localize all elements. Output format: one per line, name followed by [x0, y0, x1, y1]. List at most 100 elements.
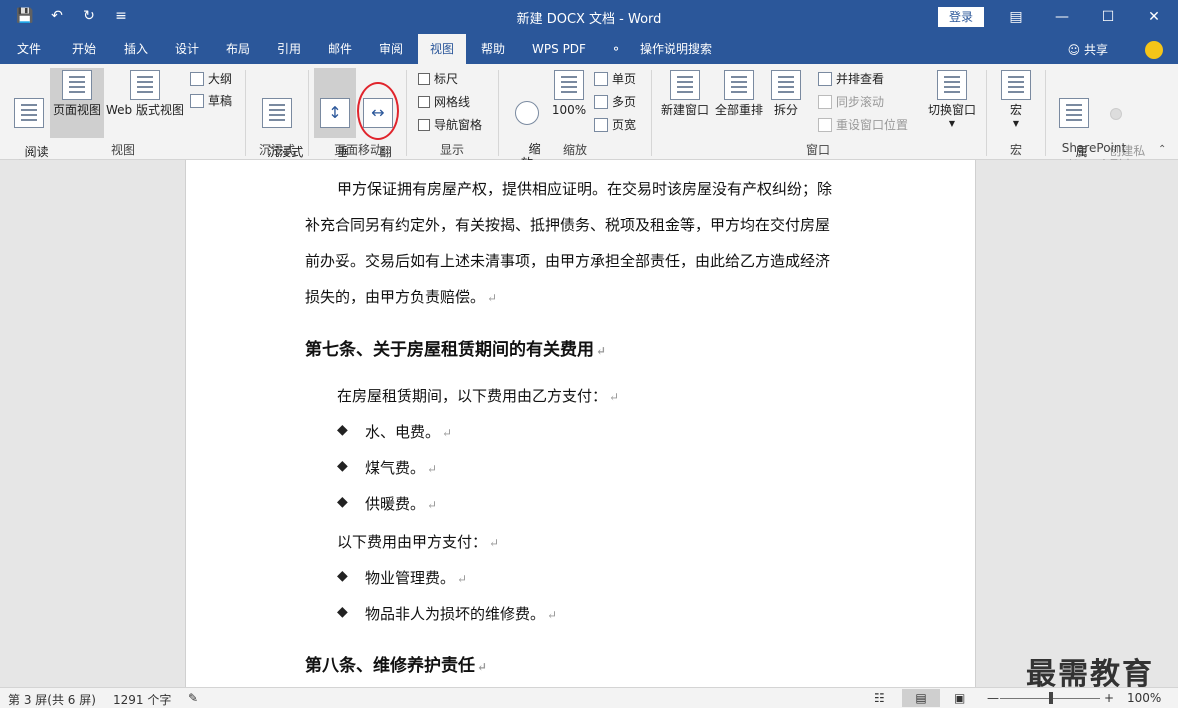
read-mode-status-icon[interactable]: ☷: [874, 691, 885, 705]
tab-help[interactable]: 帮助: [469, 34, 517, 64]
magnifier-icon: [515, 101, 539, 125]
draft-label: 草稿: [208, 94, 233, 108]
print-layout-status-icon[interactable]: ▤: [902, 689, 940, 707]
feedback-smiley-icon[interactable]: [1145, 41, 1163, 59]
list-item-text: 煤气费。: [365, 459, 426, 477]
multiple-pages-label: 多页: [612, 95, 637, 109]
paragraph-mark-icon: ↵: [489, 536, 500, 550]
group-label-window: 窗口: [805, 143, 830, 157]
one-page-icon: [594, 72, 608, 86]
paragraph-line: 补充合同另有约定外，有关按揭、抵押债务、税项及租金等，甲方均在交付房屋: [305, 216, 831, 234]
read-mode-icon: [14, 98, 44, 128]
tab-mailings[interactable]: 邮件: [316, 34, 364, 64]
ribbon-tabs: 文件 开始 插入 设计 布局 引用 邮件 审阅 视图 帮助 WPS PDF ⚬ …: [0, 34, 1178, 64]
reset-window-icon: [818, 118, 832, 132]
outline-button[interactable]: 大纲: [190, 70, 232, 88]
print-layout-label: 页面视图: [52, 103, 101, 117]
tab-layout[interactable]: 布局: [214, 34, 262, 64]
immersive-reader-icon: [262, 98, 292, 128]
share-button[interactable]: ☺ 共享: [1068, 41, 1108, 58]
tab-view[interactable]: 视图: [418, 34, 466, 64]
group-separator: [308, 70, 309, 156]
page-indicator[interactable]: 第 3 屏(共 6 屏): [8, 691, 96, 708]
login-button[interactable]: 登录: [938, 7, 984, 27]
group-separator: [406, 70, 407, 156]
sync-scroll-label: 同步滚动: [836, 95, 885, 109]
multiple-pages-button[interactable]: 多页: [594, 93, 636, 111]
lightbulb-icon: ⚬: [610, 42, 622, 56]
document-page[interactable]: 甲方保证拥有房屋产权，提供相应证明。在交易时该房屋没有产权纠纷；除 补充合同另有…: [185, 160, 976, 687]
new-window-button[interactable]: 新建窗口: [658, 70, 712, 117]
paragraph-mark-icon: ↵: [427, 498, 438, 512]
side-by-side-icon: [818, 72, 832, 86]
web-layout-label: Web 版式视图: [106, 103, 184, 117]
group-label-show: 显示: [439, 143, 464, 157]
tab-home[interactable]: 开始: [60, 34, 108, 64]
vertical-scroll-button[interactable]: ↕ 垂 直: [314, 68, 356, 173]
arrange-all-button[interactable]: 全部重排: [713, 70, 765, 117]
zoom-slider-thumb[interactable]: [1049, 692, 1053, 704]
reset-window-position-button[interactable]: 重设窗口位置: [818, 116, 908, 134]
draft-button[interactable]: 草稿: [190, 92, 232, 110]
split-button[interactable]: 拆分: [768, 70, 804, 117]
zoom-100-button[interactable]: 100%: [550, 70, 588, 117]
gridlines-checkbox[interactable]: 网格线: [418, 93, 470, 111]
zoom-100-icon: [554, 70, 584, 100]
highlight-circle: [357, 82, 399, 140]
group-label-sharepoint: SharePoint: [1061, 141, 1127, 155]
tab-file[interactable]: 文件: [6, 34, 52, 64]
switch-windows-button[interactable]: 切换窗口 ▼: [925, 70, 979, 131]
paragraph-line: 甲方保证拥有房屋产权，提供相应证明。在交易时该房屋没有产权纠纷；除: [337, 180, 833, 198]
web-layout-status-icon[interactable]: ▣: [954, 691, 965, 705]
heading-text: 第七条、关于房屋租赁期间的有关费用: [305, 340, 594, 360]
tab-review[interactable]: 审阅: [367, 34, 415, 64]
ribbon-display-options-icon[interactable]: ▤: [993, 5, 1039, 29]
synchronous-scrolling-button[interactable]: 同步滚动: [818, 93, 884, 111]
page-width-label: 页宽: [612, 118, 637, 132]
side-by-side-label: 并排查看: [836, 72, 885, 86]
tab-design[interactable]: 设计: [163, 34, 211, 64]
share-label: 共享: [1083, 43, 1108, 57]
new-window-icon: [670, 70, 700, 100]
collapse-ribbon-icon[interactable]: ⌃: [1158, 144, 1166, 155]
web-layout-button[interactable]: Web 版式视图: [104, 70, 186, 117]
arrange-all-label: 全部重排: [714, 103, 763, 117]
page-width-button[interactable]: 页宽: [594, 116, 636, 134]
tab-insert[interactable]: 插入: [112, 34, 160, 64]
minimize-icon[interactable]: —: [1039, 5, 1085, 29]
properties-icon: [1059, 98, 1089, 128]
document-area[interactable]: 甲方保证拥有房屋产权，提供相应证明。在交易时该房屋没有产权纠纷；除 补充合同另有…: [0, 160, 1178, 687]
paragraph-mark-icon: ↵: [547, 608, 558, 622]
paragraph-line: 损失的，由甲方负责赔偿。 ↵: [305, 286, 497, 307]
multiple-pages-icon: [594, 95, 608, 109]
bullet-icon: ◆: [337, 422, 348, 438]
chevron-down-icon: ▼: [948, 119, 956, 128]
navigation-pane-checkbox[interactable]: 导航窗格: [418, 116, 482, 134]
view-side-by-side-button[interactable]: 并排查看: [818, 70, 884, 88]
list-item: 物业管理费。 ↵: [365, 567, 467, 588]
macros-label: 宏: [1009, 103, 1022, 117]
paragraph-text: 损失的，由甲方负责赔偿。: [305, 288, 486, 306]
list-item-text: 供暖费。: [365, 495, 426, 513]
group-separator: [245, 70, 246, 156]
page-width-icon: [594, 118, 608, 132]
ruler-checkbox[interactable]: 标尺: [418, 70, 458, 88]
close-icon[interactable]: ✕: [1131, 5, 1177, 29]
zoom-level[interactable]: 100%: [1127, 691, 1161, 705]
outline-label: 大纲: [208, 72, 233, 86]
zoom-in-icon[interactable]: +: [1104, 691, 1114, 705]
tab-wps-pdf[interactable]: WPS PDF: [522, 34, 596, 64]
zoom-100-label: 100%: [551, 103, 587, 117]
maximize-icon[interactable]: ☐: [1085, 5, 1131, 29]
macros-button[interactable]: 宏 ▼: [994, 70, 1038, 131]
group-separator: [986, 70, 987, 156]
tell-me-search[interactable]: 操作说明搜索: [632, 34, 720, 64]
group-separator: [651, 70, 652, 156]
proofing-icon[interactable]: ✎: [188, 691, 198, 705]
one-page-button[interactable]: 单页: [594, 70, 636, 88]
word-count[interactable]: 1291 个字: [113, 691, 171, 708]
zoom-out-icon[interactable]: —: [987, 691, 999, 705]
paragraph-mark-icon: ↵: [427, 462, 438, 476]
tab-references[interactable]: 引用: [265, 34, 313, 64]
print-layout-button[interactable]: 页面视图: [50, 68, 104, 138]
